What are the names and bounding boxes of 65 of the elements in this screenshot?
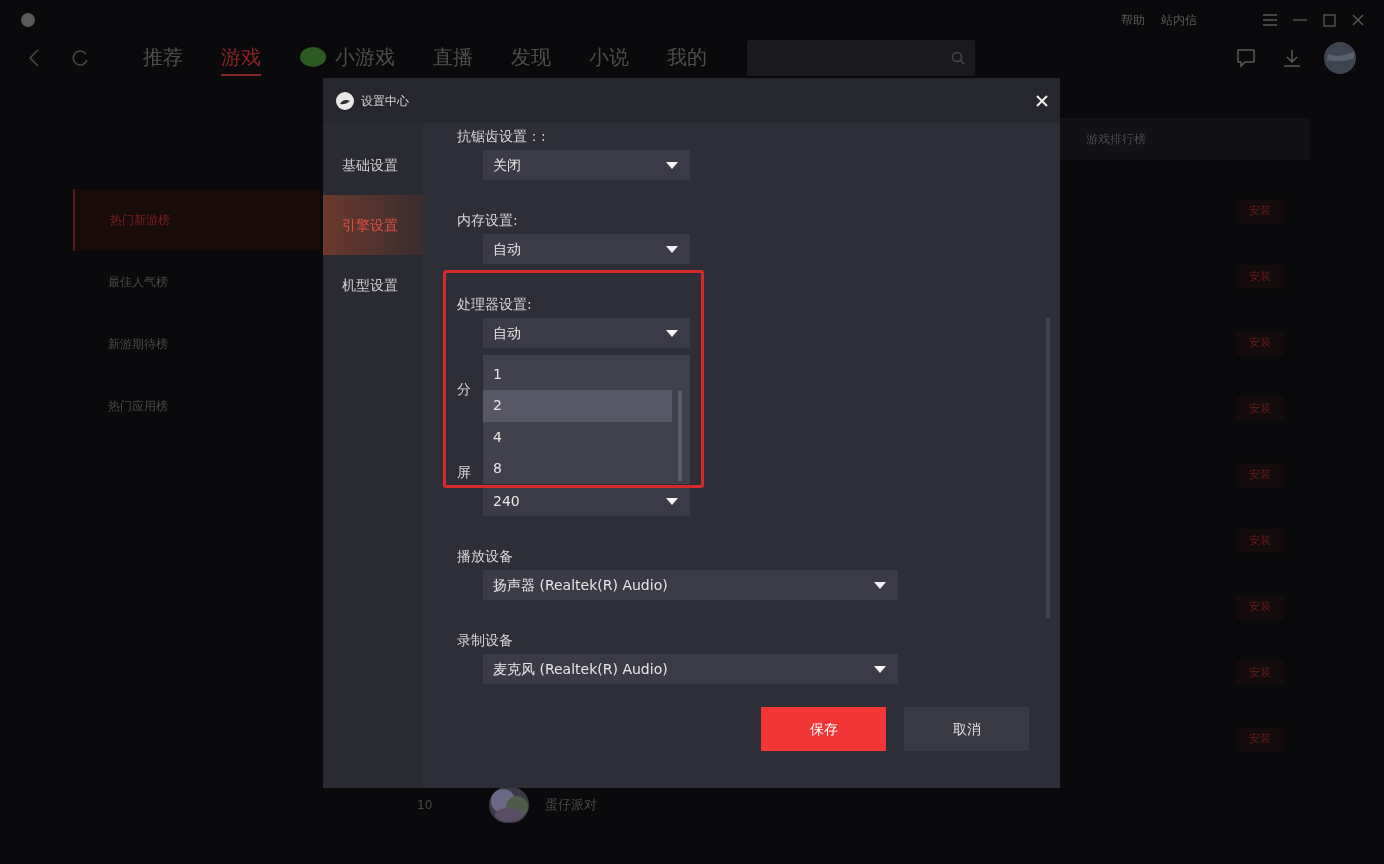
- nav-tab[interactable]: 推荐: [143, 40, 183, 76]
- dropdown-option[interactable]: 4: [483, 421, 672, 453]
- nav-tab[interactable]: 我的: [667, 40, 707, 76]
- settings-tab[interactable]: 引擎设置: [323, 195, 423, 255]
- dropdown-option[interactable]: 1: [483, 359, 672, 391]
- menu-icon[interactable]: [1263, 14, 1277, 26]
- dropdown-select[interactable]: 自动: [483, 234, 690, 264]
- setting-label: 播放设备: [457, 547, 513, 566]
- install-button[interactable]: 安装: [1236, 595, 1284, 619]
- avatar[interactable]: [1324, 42, 1356, 74]
- logo-icon: [20, 12, 36, 28]
- nav-tab[interactable]: 小游戏: [299, 40, 395, 76]
- setting-label: 处理器设置:: [457, 295, 532, 314]
- install-button[interactable]: 安装: [1236, 661, 1284, 685]
- settings-tab[interactable]: 机型设置: [323, 255, 423, 315]
- sidebar-item[interactable]: 热门新游榜: [73, 189, 320, 251]
- search-icon: [951, 51, 965, 65]
- dropdown-select[interactable]: 关闭: [483, 150, 690, 180]
- dropdown-option[interactable]: 8: [483, 452, 672, 484]
- caret-icon: [666, 245, 678, 253]
- install-button[interactable]: 安装: [1236, 331, 1284, 355]
- header-link[interactable]: 站内信: [1161, 11, 1197, 29]
- maximize-icon[interactable]: [1323, 13, 1336, 27]
- sidebar-item[interactable]: 最佳人气榜: [73, 251, 320, 313]
- nav-tab[interactable]: 直播: [433, 40, 473, 76]
- caret-icon: [874, 665, 886, 673]
- logo-icon: [335, 90, 355, 111]
- install-button[interactable]: 安装: [1236, 265, 1284, 289]
- search-field[interactable]: [747, 40, 975, 76]
- sidebar-item[interactable]: 新游期待榜: [73, 313, 320, 375]
- install-button[interactable]: 安装: [1236, 727, 1284, 751]
- leaf-icon: [299, 46, 327, 68]
- setting-label: 屏: [457, 463, 471, 482]
- setting-label: 抗锯齿设置：:: [457, 127, 546, 146]
- dropdown-select[interactable]: 自动: [483, 318, 690, 348]
- setting-label: 分: [457, 381, 471, 397]
- nav-tab[interactable]: 发现: [511, 40, 551, 76]
- save-button[interactable]: 保存: [761, 707, 886, 751]
- dropdown-select[interactable]: 麦克风 (Realtek(R) Audio): [483, 654, 898, 684]
- header-link[interactable]: 帮助: [1121, 11, 1145, 29]
- install-button[interactable]: 安装: [1236, 463, 1284, 487]
- dropdown-option[interactable]: 2: [483, 390, 672, 422]
- dropdown-select[interactable]: 240: [483, 486, 690, 516]
- message-icon[interactable]: [1236, 48, 1256, 68]
- cancel-button[interactable]: 取消: [904, 707, 1029, 751]
- sidebar-item[interactable]: 热门应用榜: [73, 375, 320, 437]
- nav-tab[interactable]: 小说: [589, 40, 629, 76]
- back-icon[interactable]: [28, 48, 40, 68]
- game-name: 蛋仔派对: [545, 796, 597, 815]
- dropdown-select[interactable]: 扬声器 (Realtek(R) Audio): [483, 570, 898, 600]
- caret-icon: [666, 329, 678, 337]
- download-icon[interactable]: [1282, 48, 1302, 68]
- install-button[interactable]: 安装: [1236, 199, 1284, 223]
- refresh-icon[interactable]: [70, 48, 90, 68]
- setting-label: 内存设置:: [457, 211, 518, 230]
- caret-icon: [874, 581, 886, 589]
- caret-icon: [666, 161, 678, 169]
- install-button[interactable]: 安装: [1236, 397, 1284, 421]
- rank-number: 10: [417, 797, 434, 814]
- install-button[interactable]: 安装: [1236, 529, 1284, 553]
- dialog-title: 设置中心: [361, 92, 409, 110]
- nav-tab[interactable]: 游戏: [221, 40, 261, 76]
- setting-label: 录制设备: [457, 631, 513, 650]
- caret-icon: [666, 497, 678, 505]
- settings-tab[interactable]: 基础设置: [323, 135, 423, 195]
